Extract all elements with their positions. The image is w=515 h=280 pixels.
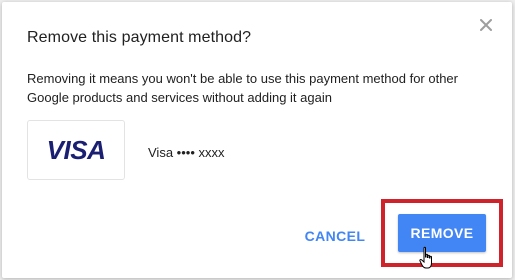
dialog-description: Removing it means you won't be able to u… — [27, 71, 458, 105]
visa-logo: VISA — [46, 134, 106, 165]
close-icon — [480, 19, 492, 31]
card-label: Visa •••• xxxx — [148, 145, 225, 160]
remove-button[interactable]: REMOVE — [398, 214, 486, 252]
cancel-button[interactable]: CANCEL — [296, 218, 374, 254]
dialog-title: Remove this payment method? — [27, 29, 252, 46]
page-backdrop: Remove this payment method? Removing it … — [0, 0, 515, 280]
close-button[interactable] — [476, 15, 496, 35]
hand-pointer-icon — [419, 246, 432, 269]
card-logo-tile: VISA — [27, 120, 125, 180]
